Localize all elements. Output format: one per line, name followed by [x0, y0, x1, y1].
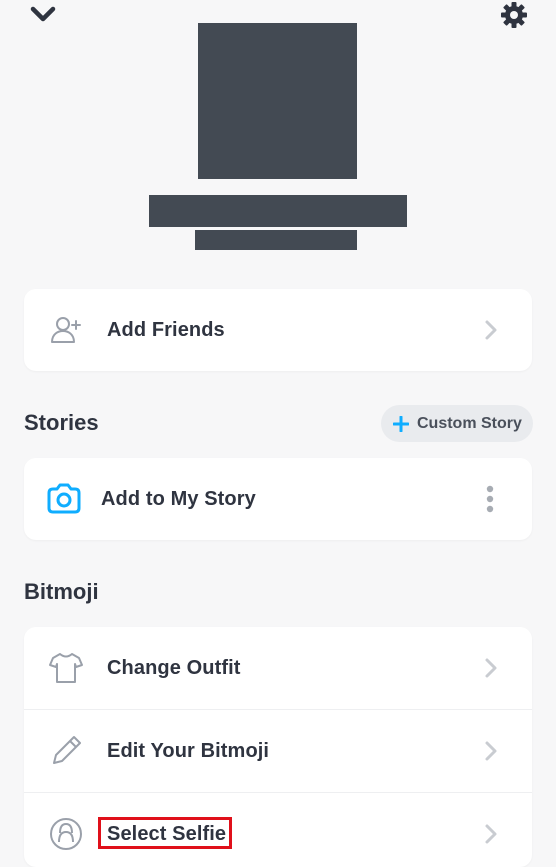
- stories-title: Stories: [24, 410, 99, 435]
- my-story-card: Add to My Story: [24, 458, 532, 540]
- chevron-right-icon: [485, 741, 497, 761]
- camera-icon: [47, 483, 81, 514]
- add-friends-label: Add Friends: [107, 318, 225, 341]
- custom-story-label: Custom Story: [417, 414, 522, 432]
- change-outfit-row[interactable]: Change Outfit: [24, 627, 532, 709]
- add-to-my-story-row[interactable]: Add to My Story: [24, 458, 532, 540]
- selfie-icon: [50, 818, 82, 850]
- tshirt-icon: [49, 653, 83, 683]
- edit-bitmoji-row[interactable]: Edit Your Bitmoji: [24, 709, 532, 792]
- bitmoji-title: Bitmoji: [24, 579, 99, 604]
- pencil-icon: [53, 736, 81, 764]
- chevron-down-icon[interactable]: [28, 3, 58, 27]
- add-friends-row[interactable]: Add Friends: [24, 289, 532, 371]
- profile-avatar-redacted[interactable]: [198, 23, 357, 179]
- add-to-my-story-label: Add to My Story: [101, 487, 256, 510]
- display-name-redacted: [149, 195, 407, 227]
- add-friend-icon: [51, 317, 81, 343]
- gear-icon[interactable]: [500, 1, 528, 29]
- select-selfie-highlight-box: [98, 817, 232, 849]
- chevron-right-icon: [485, 320, 497, 340]
- change-outfit-label: Change Outfit: [107, 656, 241, 679]
- plus-icon: [393, 415, 409, 432]
- username-redacted: [195, 230, 357, 250]
- add-friends-card: Add Friends: [24, 289, 532, 371]
- custom-story-button[interactable]: Custom Story: [381, 405, 533, 442]
- chevron-right-icon: [485, 824, 497, 844]
- edit-bitmoji-label: Edit Your Bitmoji: [107, 739, 270, 762]
- chevron-right-icon: [485, 658, 497, 678]
- more-vertical-icon[interactable]: [486, 485, 494, 513]
